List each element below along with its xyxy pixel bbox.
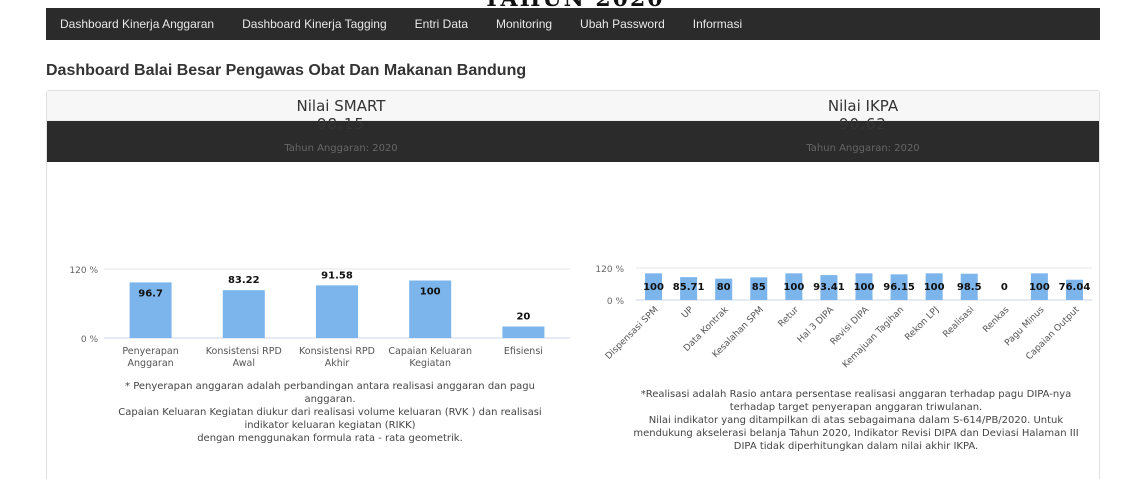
y-tick-label: 0 % xyxy=(81,335,99,345)
smart-subtitle: Tahun Anggaran: 2020 xyxy=(284,143,398,154)
data-label: 93.41 xyxy=(813,282,845,293)
bar xyxy=(316,285,358,338)
data-label: 20 xyxy=(516,312,530,323)
smart-value: 98.15 xyxy=(317,115,365,133)
smart-chart: 120 % 0 % 96.7 PenyerapanAnggaran 83.22 Konsi… xyxy=(69,266,570,369)
ikpa-card: Nilai IKPA 90.62 Tahun Anggaran: 2020 xyxy=(718,97,1008,154)
data-label: 80 xyxy=(717,282,731,293)
nav-item-ubah-password[interactable]: Ubah Password xyxy=(580,17,665,31)
nav-item-dashboard-kinerja-anggaran[interactable]: Dashboard Kinerja Anggaran xyxy=(60,17,214,31)
y-tick-label: 120 % xyxy=(595,265,624,275)
x-tick-label: Anggaran xyxy=(128,358,174,369)
x-tick-label: Realisasi xyxy=(941,305,976,340)
data-label: 76.04 xyxy=(1059,282,1091,293)
ikpa-chart: 120 %0 %100Dispensasi SPM85.71UP80Data K… xyxy=(595,265,1092,370)
x-tick-label: Retur xyxy=(777,305,801,329)
nav-item-entri-data[interactable]: Entri Data xyxy=(415,17,468,31)
y-tick-label: 0 % xyxy=(607,297,625,307)
data-label: 100 xyxy=(420,287,441,298)
nav-item-dashboard-kinerja-tagging[interactable]: Dashboard Kinerja Tagging xyxy=(242,17,387,31)
data-label: 83.22 xyxy=(228,275,260,286)
smart-card: Nilai SMART 98.15 Tahun Anggaran: 2020 xyxy=(196,97,486,154)
ikpa-subtitle: Tahun Anggaran: 2020 xyxy=(806,143,920,154)
nav-item-monitoring[interactable]: Monitoring xyxy=(496,17,552,31)
ikpa-note-line: *Realisasi adalah Rasio antara persentas… xyxy=(640,389,1072,400)
x-tick-label: Awal xyxy=(233,358,255,369)
ikpa-note-line: Nilai indikator yang ditampilkan di atas… xyxy=(648,415,1064,426)
data-label: 96.7 xyxy=(138,288,163,299)
data-label: 100 xyxy=(854,282,875,293)
top-title: TAHUN 2020 xyxy=(0,0,1148,12)
y-tick-label: 120 % xyxy=(69,266,98,276)
x-tick-label: Kemajuan Tagihan xyxy=(841,305,906,370)
x-tick-label: Konsistensi RPD xyxy=(299,346,375,357)
bar xyxy=(222,290,265,338)
smart-title: Nilai SMART xyxy=(296,97,386,115)
x-tick-label: UP xyxy=(680,305,696,321)
data-label: 98.5 xyxy=(957,282,982,293)
data-label: 91.58 xyxy=(321,270,353,281)
smart-note-line: anggaran. xyxy=(304,394,356,405)
x-tick-label: Konsistensi RPD xyxy=(206,346,282,357)
ikpa-note-line: mendukung akselerasi belanja Tahun 2020,… xyxy=(633,428,1079,439)
x-tick-label: Dispensasi SPM xyxy=(604,305,661,362)
smart-note-line: Capaian Keluaran Kegiatan diukur dari re… xyxy=(118,407,542,418)
x-tick-label: Kegiatan xyxy=(409,358,451,369)
ikpa-title: Nilai IKPA xyxy=(827,97,899,115)
data-label: 85 xyxy=(752,282,766,293)
data-label: 96.15 xyxy=(883,282,915,293)
data-label: 100 xyxy=(783,282,804,293)
bar xyxy=(502,326,545,338)
x-tick-label: Renkas xyxy=(981,305,1011,335)
smart-note: * Penyerapan anggaran adalah perbandinga… xyxy=(70,380,590,445)
x-tick-label: Akhir xyxy=(325,358,350,369)
ikpa-note-line: terhadap target penyerapan anggaran triw… xyxy=(729,402,983,413)
navbar: Dashboard Kinerja Anggaran Dashboard Kin… xyxy=(46,8,1100,40)
nav-item-informasi[interactable]: Informasi xyxy=(693,17,742,31)
x-tick-label: Efisiensi xyxy=(504,346,543,357)
ikpa-note-line: DIPA tidak diperhitungkan dalam nilai ak… xyxy=(733,441,979,452)
x-tick-label: Capaian Keluaran xyxy=(388,346,472,357)
data-label: 85.71 xyxy=(673,282,705,293)
data-label: 100 xyxy=(1029,282,1050,293)
page-title: Dashboard Balai Besar Pengawas Obat Dan … xyxy=(46,62,527,79)
x-tick-label: Rekon LPJ xyxy=(903,305,941,343)
x-tick-label: Penyerapan xyxy=(122,346,178,357)
data-label: 100 xyxy=(924,282,945,293)
smart-note-line: dengan menggunakan formula rata - rata g… xyxy=(197,433,463,444)
data-label: 0 xyxy=(1001,282,1008,293)
ikpa-value: 90.62 xyxy=(839,115,887,133)
smart-note-line: indikator keluaran kegiatan (RIKK) xyxy=(244,420,416,431)
smart-note-line: * Penyerapan anggaran adalah perbandinga… xyxy=(125,381,535,392)
ikpa-note: *Realisasi adalah Rasio antara persentas… xyxy=(608,388,1104,453)
data-label: 100 xyxy=(643,282,664,293)
